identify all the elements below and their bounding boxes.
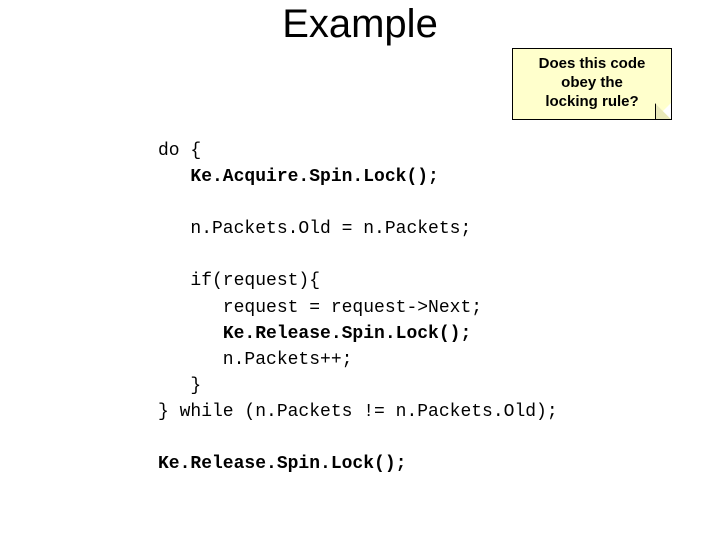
page-title: Example	[0, 2, 720, 47]
callout-line2: obey the	[561, 74, 623, 91]
code-line: request = request->Next;	[158, 298, 482, 318]
code-bold: Ke.Release.Spin.Lock();	[223, 324, 471, 344]
callout-note: Does this code obey the locking rule?	[512, 48, 672, 120]
callout-line1: Does this code	[539, 55, 646, 72]
slide: Example Does this code obey the locking …	[0, 0, 720, 540]
code-block: do { Ke.Acquire.Spin.Lock(); n.Packets.O…	[158, 138, 558, 477]
code-line: n.Packets++;	[158, 350, 352, 370]
code-line: n.Packets.Old = n.Packets;	[158, 219, 471, 239]
code-bold: Ke.Release.Spin.Lock();	[158, 454, 406, 474]
code-line: do {	[158, 141, 201, 161]
code-line: if(request){	[158, 271, 320, 291]
code-line: } while (n.Packets != n.Packets.Old);	[158, 402, 558, 422]
code-bold: Ke.Acquire.Spin.Lock();	[190, 167, 438, 187]
code-line: }	[158, 376, 201, 396]
callout-line3: locking rule?	[545, 93, 638, 110]
